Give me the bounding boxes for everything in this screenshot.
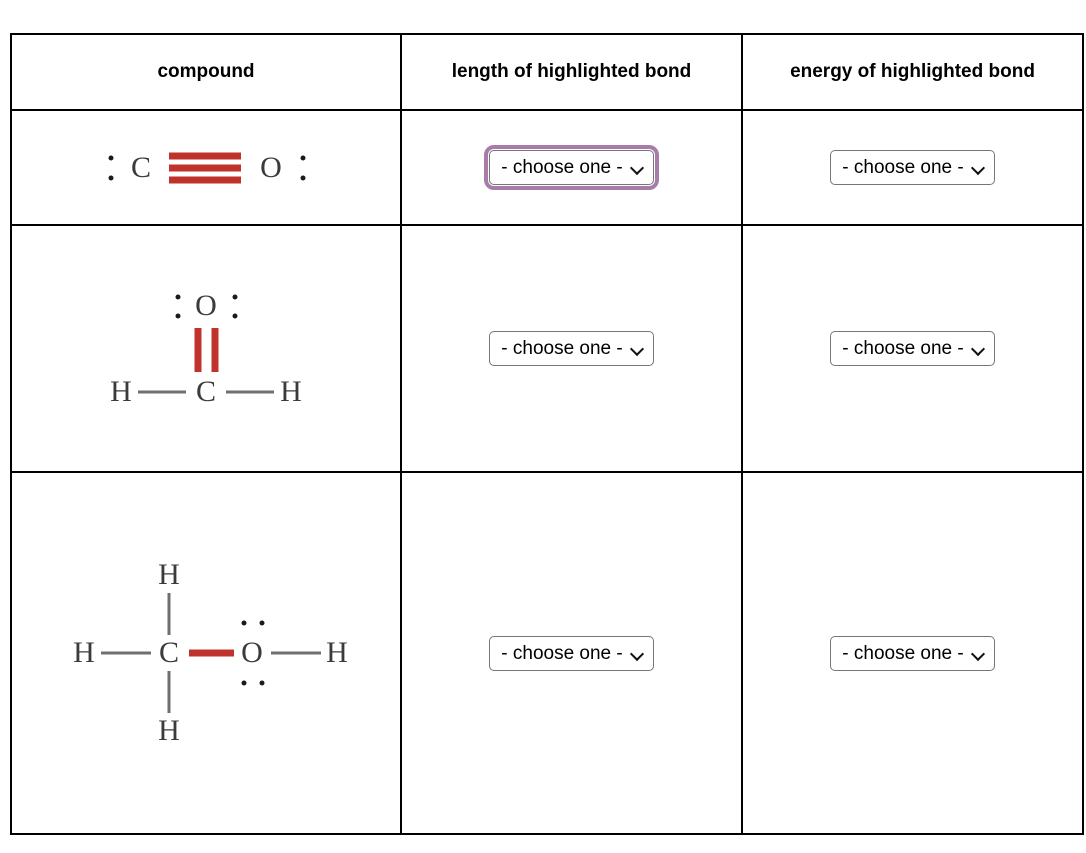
lone-pair-dot <box>241 680 247 686</box>
highlighted-bond-segment <box>194 327 202 372</box>
energy-cell-formaldehyde: - choose one - <box>741 224 1084 473</box>
length-cell-carbon-monoxide: - choose one - <box>400 109 743 226</box>
bond-segment <box>167 593 171 635</box>
table-header-row: compound length of highlighted bond ener… <box>10 33 1084 111</box>
atom-label-h: H <box>158 558 180 591</box>
energy-select-value: - choose one - <box>842 338 964 359</box>
lone-pair-dot <box>108 155 114 160</box>
length-select-value: - choose one - <box>501 157 623 178</box>
lone-pair-dot <box>175 294 181 299</box>
energy-select-value: - choose one - <box>842 157 964 178</box>
lewis-structure-wrapper: H H C O H H <box>12 553 400 753</box>
highlighted-bond-segment <box>169 176 241 183</box>
energy-cell-methanol: - choose one - <box>741 471 1084 835</box>
compound-cell-carbon-monoxide: CO <box>10 109 402 226</box>
chevron-down-icon <box>972 647 985 660</box>
chevron-down-icon <box>972 342 985 355</box>
length-cell-methanol: - choose one - <box>400 471 743 835</box>
lone-pair-dot <box>300 155 306 160</box>
length-select-value: - choose one - <box>501 642 623 664</box>
compound-bond-table: compound length of highlighted bond ener… <box>10 33 1084 835</box>
lone-pair-dot <box>259 680 265 686</box>
energy-select-value: - choose one - <box>842 642 964 664</box>
atom-label-h: H <box>280 374 302 408</box>
lone-pair-dot <box>108 175 114 180</box>
chevron-down-icon <box>631 161 644 174</box>
highlighted-bond-segment <box>169 152 241 159</box>
length-select-value: - choose one - <box>501 338 623 359</box>
length-cell-formaldehyde: - choose one - <box>400 224 743 473</box>
atom-label-h: H <box>73 636 95 669</box>
lewis-structure-wrapper: CO <box>12 136 400 200</box>
lone-pair-dot <box>241 620 247 626</box>
column-header-compound: compound <box>10 33 402 111</box>
compound-cell-formaldehyde: O C H H <box>10 224 402 473</box>
table-row: H H C O H H - choose one - - choose one - <box>10 471 1084 835</box>
bond-segment <box>167 671 171 713</box>
question-table-container: compound length of highlighted bond ener… <box>10 33 1084 853</box>
table-row: CO - choose one - - choose one - <box>10 109 1084 226</box>
column-header-length: length of highlighted bond <box>400 33 743 111</box>
chevron-down-icon <box>631 647 644 660</box>
compound-cell-methanol: H H C O H H <box>10 471 402 835</box>
lone-pair-dot <box>232 294 238 299</box>
atom-label-c: C <box>158 636 180 669</box>
atom-label-h: H <box>158 714 180 747</box>
table-row: O C H H - choose one - - choose one - <box>10 224 1084 473</box>
chevron-down-icon <box>972 161 985 174</box>
energy-cell-carbon-monoxide: - choose one - <box>741 109 1084 226</box>
lone-pair-dot <box>232 313 238 318</box>
atom-label-o: O <box>195 288 217 322</box>
column-header-energy: energy of highlighted bond <box>741 33 1084 111</box>
lewis-structure-carbon-monoxide: CO <box>81 136 331 200</box>
bond-segment <box>138 390 186 393</box>
energy-select-methanol[interactable]: - choose one - <box>830 635 995 671</box>
atom-label-o: O <box>260 150 282 184</box>
length-select-formaldehyde[interactable]: - choose one - <box>489 331 654 366</box>
atom-label-c: C <box>130 150 152 184</box>
bond-segment <box>271 651 321 655</box>
lone-pair-dot <box>175 313 181 318</box>
highlighted-bond-segment <box>211 327 219 372</box>
atom-label-h: H <box>110 374 132 408</box>
atom-label-c: C <box>195 374 217 408</box>
lewis-structure-wrapper: O C H H <box>12 284 400 414</box>
energy-select-wrapper: - choose one - <box>743 473 1082 833</box>
bond-segment <box>226 390 274 393</box>
lone-pair-dot <box>300 175 306 180</box>
length-select-carbon-monoxide[interactable]: - choose one - <box>484 145 659 190</box>
highlighted-bond-segment <box>189 649 234 657</box>
length-select-wrapper: - choose one - <box>402 473 741 833</box>
chevron-down-icon <box>631 342 644 355</box>
lewis-structure-formaldehyde: O C H H <box>76 284 336 414</box>
energy-select-formaldehyde[interactable]: - choose one - <box>830 331 995 366</box>
atom-label-h: H <box>326 636 348 669</box>
highlighted-bond-segment <box>169 164 241 171</box>
energy-select-carbon-monoxide[interactable]: - choose one - <box>830 150 995 185</box>
bond-segment <box>101 651 151 655</box>
atom-label-o: O <box>241 636 263 669</box>
length-select-methanol[interactable]: - choose one - <box>489 635 654 671</box>
lone-pair-dot <box>259 620 265 626</box>
lewis-structure-methanol: H H C O H H <box>56 553 356 753</box>
